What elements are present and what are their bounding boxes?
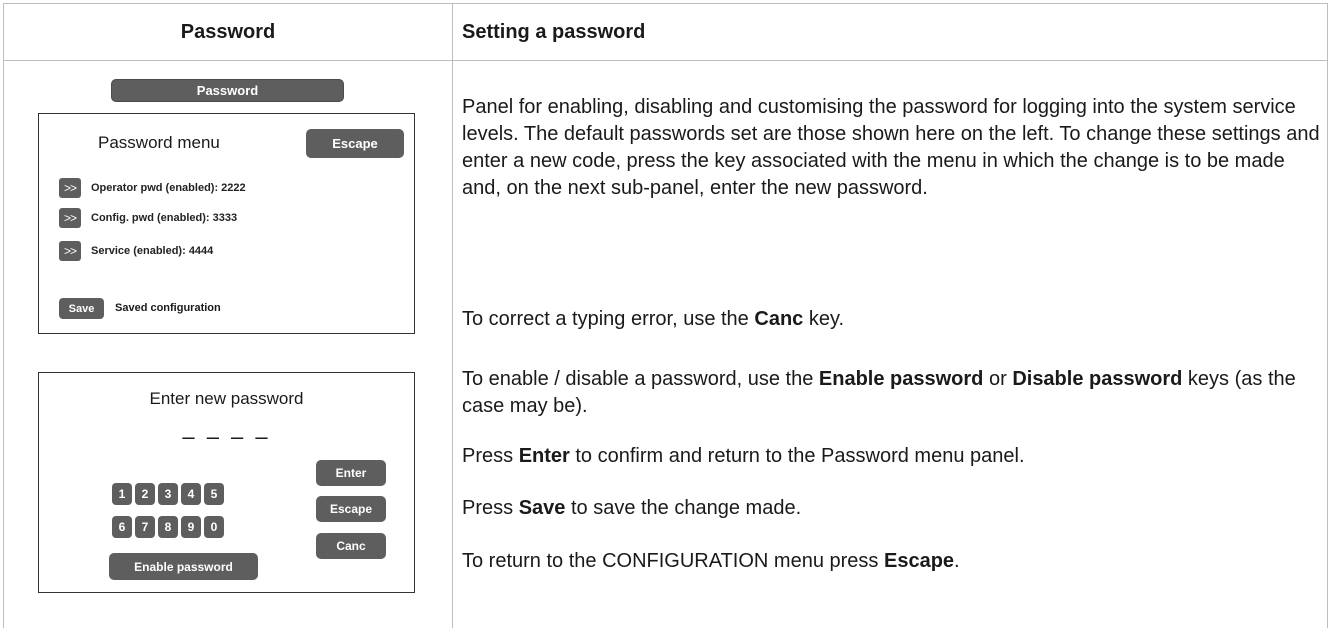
key-8[interactable]: 8	[158, 516, 178, 538]
menu-item-operator[interactable]: >> Operator pwd (enabled): 2222	[59, 178, 246, 198]
menu-item-service[interactable]: >> Service (enabled): 4444	[59, 241, 213, 261]
menu-item-label: Operator pwd (enabled): 2222	[91, 182, 246, 194]
enter-button[interactable]: Enter	[316, 460, 386, 486]
key-3[interactable]: 3	[158, 483, 178, 505]
key-7[interactable]: 7	[135, 516, 155, 538]
enter-password-title: Enter new password	[149, 389, 304, 408]
escape-button[interactable]: Escape	[306, 129, 404, 158]
save-paragraph: Press Save to save the change made.	[462, 497, 802, 519]
password-mask: – – – –	[182, 424, 271, 449]
menu-item-label: Service (enabled): 4444	[91, 245, 214, 257]
key-5[interactable]: 5	[204, 483, 224, 505]
key-9[interactable]: 9	[181, 516, 201, 538]
enter-paragraph: Press Enter to confirm and return to the…	[462, 445, 1025, 467]
key-1[interactable]: 1	[112, 483, 132, 505]
key-2[interactable]: 2	[135, 483, 155, 505]
canc-button[interactable]: Canc	[316, 533, 386, 559]
column-header-left: Password	[180, 20, 276, 43]
enable-paragraph: To enable / disable a password, use the …	[462, 368, 1296, 417]
key-0[interactable]: 0	[204, 516, 224, 538]
password-tab[interactable]: Password	[111, 79, 344, 102]
enable-password-button[interactable]: Enable password	[109, 553, 258, 580]
key-6[interactable]: 6	[112, 516, 132, 538]
intro-paragraph: Panel for enabling, disabling and custom…	[462, 96, 1320, 199]
escape-button[interactable]: Escape	[316, 496, 386, 522]
canc-paragraph: To correct a typing error, use the Canc …	[462, 308, 845, 330]
menu-item-label: Config. pwd (enabled): 3333	[91, 212, 238, 224]
save-button[interactable]: Save	[59, 298, 104, 319]
enter-password-panel: Enter new password – – – – 1 2 3 4 5 6 7…	[38, 372, 415, 593]
save-status-text: Saved configuration	[115, 302, 221, 314]
chevron-right-icon[interactable]: >>	[59, 178, 81, 198]
escape-paragraph: To return to the CONFIGURATION menu pres…	[462, 550, 960, 572]
password-menu-panel: Password menu Escape >> Operator pwd (en…	[38, 113, 415, 334]
password-menu-title: Password menu	[98, 133, 220, 152]
menu-item-config[interactable]: >> Config. pwd (enabled): 3333	[59, 208, 237, 228]
column-divider	[452, 3, 453, 628]
key-4[interactable]: 4	[181, 483, 201, 505]
column-header-right: Setting a password	[462, 20, 646, 43]
chevron-right-icon[interactable]: >>	[59, 241, 81, 261]
header-divider	[3, 60, 1328, 61]
chevron-right-icon[interactable]: >>	[59, 208, 81, 228]
